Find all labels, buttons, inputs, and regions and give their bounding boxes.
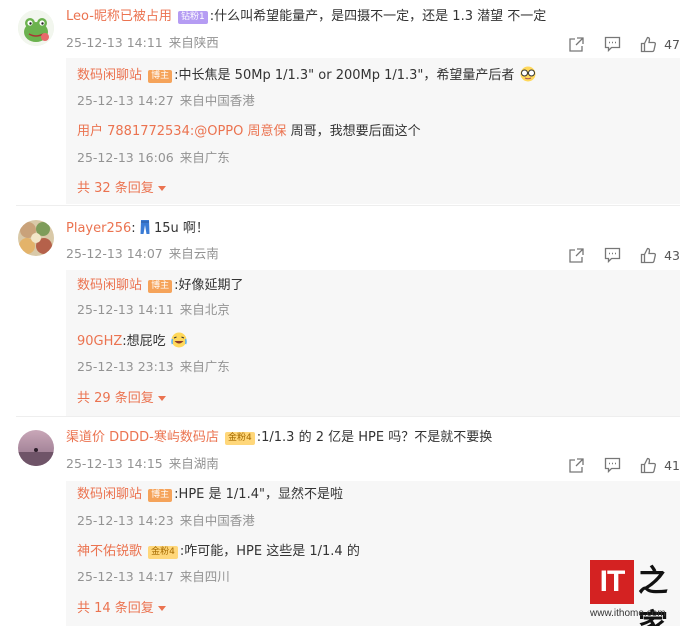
like-count: 41 — [664, 457, 680, 473]
caret-down-icon — [157, 186, 166, 191]
comment-icon[interactable] — [600, 34, 624, 54]
reply-list: 数码闲聊站 博主:好像延期了 25-12-13 14:11 来自北京 90GHZ:… — [66, 270, 680, 416]
comment-meta: 25-12-13 14:07 来自云南 — [66, 245, 219, 263]
like-icon[interactable] — [636, 34, 660, 54]
comment-meta: 25-12-13 14:11 来自陕西 — [66, 34, 219, 52]
location: 来自广东 — [179, 359, 230, 374]
blogger-badge: 博主 — [148, 489, 173, 502]
location: 来自四川 — [179, 569, 230, 584]
timestamp: 25-12-13 14:27 — [77, 93, 174, 108]
reply-item: 数码闲聊站 博主:HPE 是 1/1.4"，显然不是啦 — [77, 486, 343, 504]
timestamp: 25-12-13 23:13 — [77, 359, 174, 374]
mention-link[interactable]: :@OPPO 周意保 — [190, 124, 287, 139]
more-replies-label: 共 14 条回复 — [77, 601, 154, 616]
reply-text: :好像延期了 — [174, 278, 244, 293]
reply-text: :中长焦是 50Mp 1/1.3" or 200Mp 1/1.3"，希望量产后者 — [174, 68, 515, 83]
like-count: 43 — [664, 247, 680, 263]
like-icon[interactable] — [636, 455, 660, 475]
comment-icon[interactable] — [600, 455, 624, 475]
fan-badge[interactable]: 金粉4 — [225, 432, 255, 445]
reply-meta: 25-12-13 14:17 来自四川 — [77, 568, 230, 586]
reply-username[interactable]: 用户 7881772534 — [77, 124, 190, 139]
timestamp: 25-12-13 14:23 — [77, 513, 174, 528]
location: 来自中国香港 — [179, 93, 255, 108]
location: 来自陕西 — [168, 35, 219, 50]
reply-username[interactable]: 90GHZ — [77, 334, 122, 349]
glasses-emoji — [519, 66, 537, 88]
comment-icon[interactable] — [600, 245, 624, 265]
jeans-emoji — [140, 219, 150, 241]
timestamp: 25-12-13 14:15 — [66, 456, 163, 471]
timestamp: 25-12-13 14:11 — [77, 302, 174, 317]
reply-meta: 25-12-13 14:11 来自北京 — [77, 301, 230, 319]
username-link[interactable]: Leo-昵称已被占用 — [66, 9, 172, 24]
fan-badge[interactable]: 金粉4 — [148, 546, 178, 559]
reply-list: 数码闲聊站 博主:中长焦是 50Mp 1/1.3" or 200Mp 1/1.3… — [66, 58, 680, 204]
more-replies-link[interactable]: 共 32 条回复 — [77, 180, 166, 198]
reply-item: 数码闲聊站 博主:中长焦是 50Mp 1/1.3" or 200Mp 1/1.3… — [77, 66, 537, 88]
reply-text: :咋可能，HPE 这些是 1/1.4 的 — [179, 544, 360, 559]
comment-text: :什么叫希望能量产，是四摄不一定，还是 1.3 潜望 不一定 — [209, 9, 547, 24]
location: 来自中国香港 — [179, 513, 255, 528]
ithome-logo-mark: IT — [590, 560, 634, 604]
more-replies-label: 共 32 条回复 — [77, 181, 154, 196]
divider — [16, 416, 680, 417]
ithome-url: www.ithome.com — [590, 608, 666, 619]
reply-text: :HPE 是 1/1.4"，显然不是啦 — [174, 487, 343, 502]
avatar[interactable] — [18, 220, 54, 256]
reply-username[interactable]: 数码闲聊站 — [77, 68, 142, 83]
location: 来自北京 — [179, 302, 230, 317]
comment-meta: 25-12-13 14:15 来自湖南 — [66, 455, 219, 473]
location: 来自湖南 — [168, 456, 219, 471]
caret-down-icon — [157, 396, 166, 401]
comment-actions: 43 — [552, 245, 680, 265]
comment-text: 15u 啊！ — [153, 221, 209, 236]
avatar[interactable] — [18, 430, 54, 466]
reply-meta: 25-12-13 14:23 来自中国香港 — [77, 512, 255, 530]
reply-username[interactable]: 数码闲聊站 — [77, 487, 142, 502]
avatar[interactable] — [18, 10, 54, 46]
blogger-badge: 博主 — [148, 70, 173, 83]
share-icon[interactable] — [564, 455, 588, 475]
timestamp: 25-12-13 14:17 — [77, 569, 174, 584]
reply-text: 周哥，我想要后面这个 — [286, 124, 421, 139]
comment-actions: 41 — [552, 455, 680, 475]
comment-actions: 47 — [552, 34, 680, 54]
location: 来自云南 — [168, 246, 219, 261]
reply-item: 数码闲聊站 博主:好像延期了 — [77, 277, 244, 295]
blogger-badge: 博主 — [148, 280, 173, 293]
more-replies-label: 共 29 条回复 — [77, 391, 154, 406]
timestamp: 25-12-13 14:07 — [66, 246, 163, 261]
more-replies-link[interactable]: 共 29 条回复 — [77, 390, 166, 408]
reply-meta: 25-12-13 14:27 来自中国香港 — [77, 92, 255, 110]
reply-username[interactable]: 神不佑锐歌 — [77, 544, 142, 559]
comment-item: Player256: 15u 啊！ 25-12-13 14:07 来自云南 43 … — [0, 208, 696, 416]
reply-list: 数码闲聊站 博主:HPE 是 1/1.4"，显然不是啦 25-12-13 14:… — [66, 481, 680, 626]
reply-item: 用户 7881772534:@OPPO 周意保 周哥，我想要后面这个 — [77, 123, 421, 141]
more-replies-link[interactable]: 共 14 条回复 — [77, 600, 166, 618]
reply-item: 神不佑锐歌 金粉4:咋可能，HPE 这些是 1/1.4 的 — [77, 543, 360, 561]
username-link[interactable]: Player256 — [66, 221, 131, 236]
like-icon[interactable] — [636, 245, 660, 265]
ithome-watermark: IT 之家 www.ithome.com — [590, 560, 690, 626]
like-count: 47 — [664, 36, 680, 52]
share-icon[interactable] — [564, 34, 588, 54]
reply-item: 90GHZ:想屁吃 — [77, 332, 188, 354]
divider — [16, 205, 680, 206]
fan-badge[interactable]: 钻粉1 — [178, 11, 208, 24]
timestamp: 25-12-13 16:06 — [77, 150, 174, 165]
laugh-cry-emoji — [170, 332, 188, 354]
caret-down-icon — [157, 606, 166, 611]
share-icon[interactable] — [564, 245, 588, 265]
comment-text-prefix: : — [131, 221, 136, 236]
reply-meta: 25-12-13 23:13 来自广东 — [77, 358, 230, 376]
timestamp: 25-12-13 14:11 — [66, 35, 163, 50]
comment-text: :1/1.3 的 2 亿是 HPE 吗？不是就不要换 — [256, 430, 493, 445]
reply-meta: 25-12-13 16:06 来自广东 — [77, 149, 230, 167]
reply-text: :想屁吃 — [122, 334, 166, 349]
reply-username[interactable]: 数码闲聊站 — [77, 278, 142, 293]
location: 来自广东 — [179, 150, 230, 165]
username-link[interactable]: 渠道价 DDDD-寒屿数码店 — [66, 430, 219, 445]
comment-item: Leo-昵称已被占用 钻粉1:什么叫希望能量产，是四摄不一定，还是 1.3 潜望… — [0, 0, 696, 208]
